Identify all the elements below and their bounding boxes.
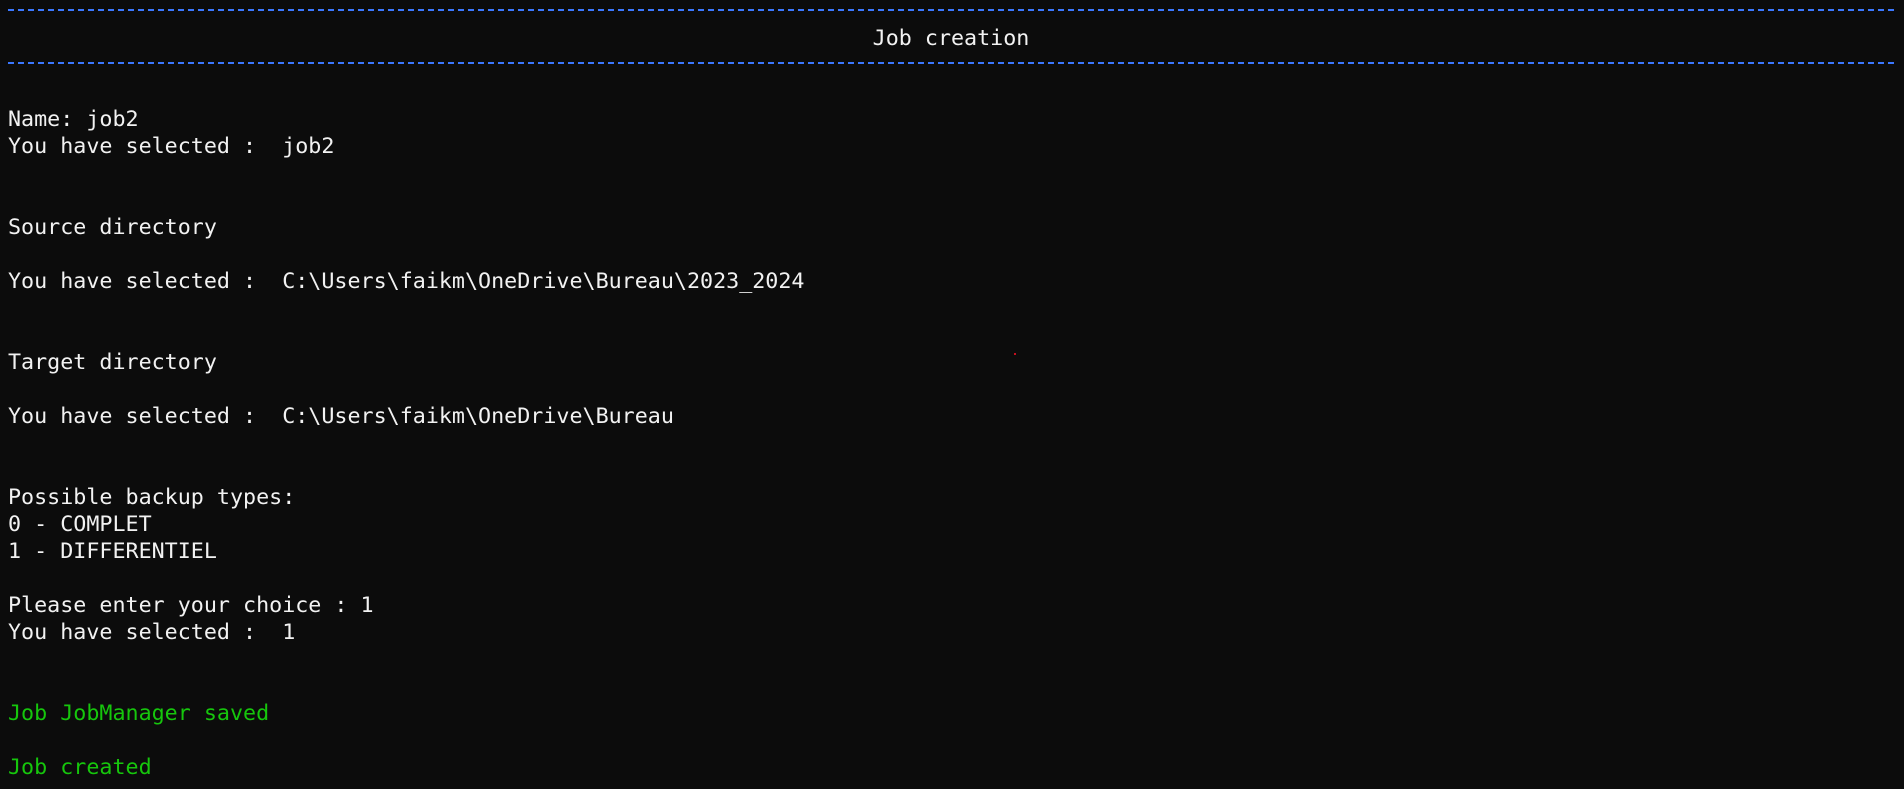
target-directory-label: Target directory: [8, 350, 217, 375]
top-divider: [8, 3, 1894, 17]
backup-type-option-0: 0 - COMPLET: [8, 512, 152, 537]
choice-selected-line: You have selected : 1: [8, 620, 296, 645]
choice-prompt-line: Please enter your choice : 1: [8, 593, 374, 618]
created-status-message: Job created: [8, 755, 152, 780]
saved-status-message: Job JobManager saved: [8, 701, 270, 726]
terminal-window[interactable]: Job creation Name: job2 You have selecte…: [8, 0, 1896, 789]
target-selected-line: You have selected : C:\Users\faikm\OneDr…: [8, 404, 674, 429]
backup-type-option-1: 1 - DIFFERENTIEL: [8, 539, 217, 564]
name-line: Name: job2: [8, 107, 139, 132]
bottom-divider: [8, 56, 1894, 70]
page-title: Job creation: [872, 26, 1030, 51]
name-selected-line: You have selected : job2: [8, 134, 335, 159]
backup-types-label: Possible backup types:: [8, 485, 296, 510]
stray-pixel-dot: [1014, 353, 1016, 355]
source-directory-label: Source directory: [8, 215, 217, 240]
source-selected-line: You have selected : C:\Users\faikm\OneDr…: [8, 269, 805, 294]
